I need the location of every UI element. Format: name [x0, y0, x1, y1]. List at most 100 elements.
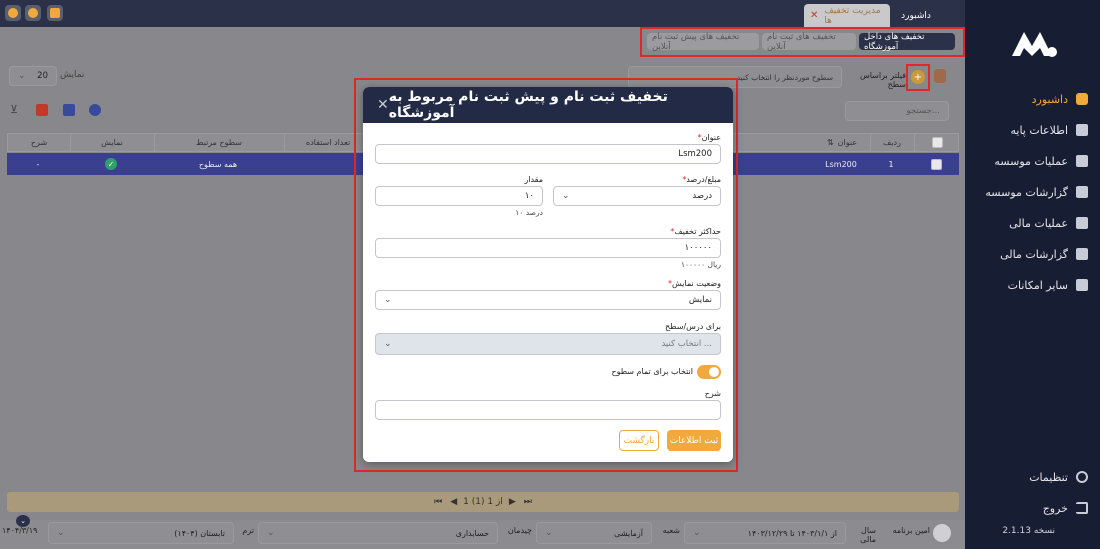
search-app-icon[interactable]: [25, 5, 41, 21]
sidebar-item-dashboard[interactable]: داشبورد: [970, 88, 1088, 110]
course-level-select[interactable]: ⌄ انتخاب کنید ...: [375, 333, 721, 355]
row-checkbox[interactable]: [930, 158, 942, 170]
subtab-in-school[interactable]: تخفیف های داخل آموزشگاه: [859, 32, 955, 52]
col-index[interactable]: ردیف: [870, 134, 914, 151]
sidebar-item-institute-ops[interactable]: عملیات موسسه: [970, 150, 1088, 172]
row-levels: همه سطوح: [198, 159, 238, 169]
refresh-icon[interactable]: [934, 69, 946, 83]
subtab-online-preregister[interactable]: تخفیف های پیش ثبت نام آنلاین: [647, 32, 759, 52]
tab-discount-management[interactable]: ✕ مدیریت تخفیف ها: [804, 4, 890, 27]
search-placeholder: جستجو...: [906, 106, 940, 116]
section-value: حسابداری: [455, 528, 489, 538]
layers-icon: [1076, 124, 1088, 136]
title-input-value: Lsm200: [678, 149, 712, 159]
chevron-down-icon: ⌄: [18, 71, 26, 81]
term-label: ترم: [242, 526, 254, 535]
col-desc[interactable]: شرح: [8, 134, 70, 151]
amount-hint: ۱۰ درصد: [515, 208, 543, 217]
last-page-icon[interactable]: ⏭: [524, 497, 532, 507]
edit-icon[interactable]: [63, 104, 75, 116]
discount-modal: ✕ تخفیف ثبت نام و پیش ثبت نام مربوط به آ…: [363, 87, 733, 462]
collapse-icon[interactable]: ⌄: [16, 515, 30, 527]
amount-input[interactable]: ۱۰: [375, 186, 543, 206]
back-button[interactable]: بازگشت: [619, 430, 659, 451]
fiscal-year-label: سال مالی: [860, 526, 876, 544]
modal-title: تخفیف ثبت نام و پیش ثبت نام مربوط به آمو…: [388, 89, 668, 121]
filter-label: فیلتر براساس سطح: [859, 71, 906, 89]
dashboard-icon: [1076, 93, 1088, 105]
tab-label: مدیریت تخفیف ها: [824, 5, 881, 26]
sidebar-item-label: گزارشات موسسه: [985, 185, 1068, 199]
type-select[interactable]: ⌄ درصد: [553, 186, 721, 206]
row-select-cell[interactable]: [913, 153, 959, 175]
chevron-down-icon: ⌄: [57, 528, 65, 538]
report-icon: [1076, 248, 1088, 260]
search-input[interactable]: جستجو...: [845, 101, 949, 121]
sidebar-item-institute-reports[interactable]: گزارشات موسسه: [970, 181, 1088, 203]
delete-icon[interactable]: [36, 104, 48, 116]
term-value: تابستان (۱۴۰۴): [174, 528, 225, 538]
column-separator: [154, 134, 155, 151]
close-icon[interactable]: ✕: [377, 97, 389, 113]
col-display[interactable]: نمایش: [70, 134, 154, 151]
title-label-text: عنوان: [701, 133, 721, 142]
sidebar-logout[interactable]: خروج: [970, 497, 1088, 519]
avatar[interactable]: [933, 524, 951, 542]
all-levels-toggle[interactable]: [697, 365, 721, 379]
fiscal-year-select[interactable]: ⌄ از ۱۴۰۳/۱/۱ تا ۱۴۰۳/۱۲/۲۹: [684, 522, 846, 544]
column-separator: [70, 134, 71, 151]
current-date-value: ۱۴۰۴/۳/۱۹: [2, 526, 38, 535]
max-discount-value: ۱۰۰۰۰۰: [684, 243, 712, 253]
column-separator: [914, 134, 915, 151]
term-select[interactable]: ⌄ تابستان (۱۴۰۴): [48, 522, 234, 544]
row-desc: -: [36, 159, 40, 169]
row-index: 1: [888, 159, 894, 169]
page-size-value: 20: [37, 71, 48, 81]
clear-filter-icon[interactable]: ⊻: [10, 104, 22, 116]
prev-page-icon[interactable]: ◀: [450, 497, 457, 507]
branch-label: شعبه: [662, 526, 680, 535]
col-title-label: عنوان: [837, 138, 858, 147]
max-discount-label: *حداکثر تخفیف: [670, 227, 721, 236]
sidebar-item-finance-ops[interactable]: عملیات مالی: [970, 212, 1088, 234]
description-input[interactable]: [375, 400, 721, 420]
sidebar-item-finance-reports[interactable]: گزارشات مالی: [970, 243, 1088, 265]
title-input[interactable]: Lsm200: [375, 144, 721, 164]
finance-icon: [1076, 217, 1088, 229]
subtab-online-register[interactable]: تخفیف های ثبت نام آنلاین: [762, 32, 856, 52]
select-all-checkbox[interactable]: [931, 137, 943, 148]
columns-icon[interactable]: [89, 104, 101, 116]
sidebar-item-label: سایر امکانات: [1007, 278, 1068, 292]
display-status-select[interactable]: ⌄ نمایش: [375, 290, 721, 310]
next-page-icon[interactable]: ▶: [509, 497, 516, 507]
section-select[interactable]: ⌄ حسابداری: [258, 522, 498, 544]
notes-icon[interactable]: [47, 5, 63, 21]
branch-select[interactable]: ⌄ آزمایشی: [536, 522, 652, 544]
max-discount-input[interactable]: ۱۰۰۰۰۰: [375, 238, 721, 258]
col-title[interactable]: ⇅ عنوان: [814, 134, 870, 151]
sidebar-item-more[interactable]: سایر امکانات: [970, 274, 1088, 296]
close-icon[interactable]: ✕: [810, 10, 818, 21]
submit-button[interactable]: ثبت اطلاعات: [667, 430, 721, 451]
type-label: *مبلغ/درصد: [682, 175, 721, 184]
tab-dashboard[interactable]: داشبورد: [893, 4, 939, 27]
sidebar-settings[interactable]: تنظیمات: [970, 466, 1088, 488]
pager: ⏮ ◀ 1 از 1 (1) ▶ ⏭: [7, 492, 959, 512]
add-button[interactable]: +: [911, 70, 925, 84]
sort-icon[interactable]: ⇅: [827, 138, 834, 147]
tab-label: داشبورد: [901, 10, 931, 21]
first-page-icon[interactable]: ⏮: [434, 497, 442, 507]
course-level-label: برای درس/سطح: [665, 322, 721, 331]
col-levels[interactable]: سطوح مرتبط: [154, 134, 284, 151]
column-separator: [870, 134, 871, 151]
page-size-select[interactable]: ⌄ 20: [9, 66, 57, 86]
select-all-cell[interactable]: [914, 134, 960, 151]
user-icon[interactable]: [5, 5, 21, 21]
sidebar-item-base-info[interactable]: اطلاعات پایه: [970, 119, 1088, 141]
type-value: درصد: [692, 191, 712, 201]
pager-text: 1 از 1 (1): [463, 497, 503, 507]
toggle-knob: [709, 367, 719, 377]
chevron-down-icon: ⌄: [693, 528, 701, 538]
app-version: نسخه 2.1.13: [1002, 526, 1055, 536]
chevron-down-icon: ⌄: [267, 528, 275, 538]
